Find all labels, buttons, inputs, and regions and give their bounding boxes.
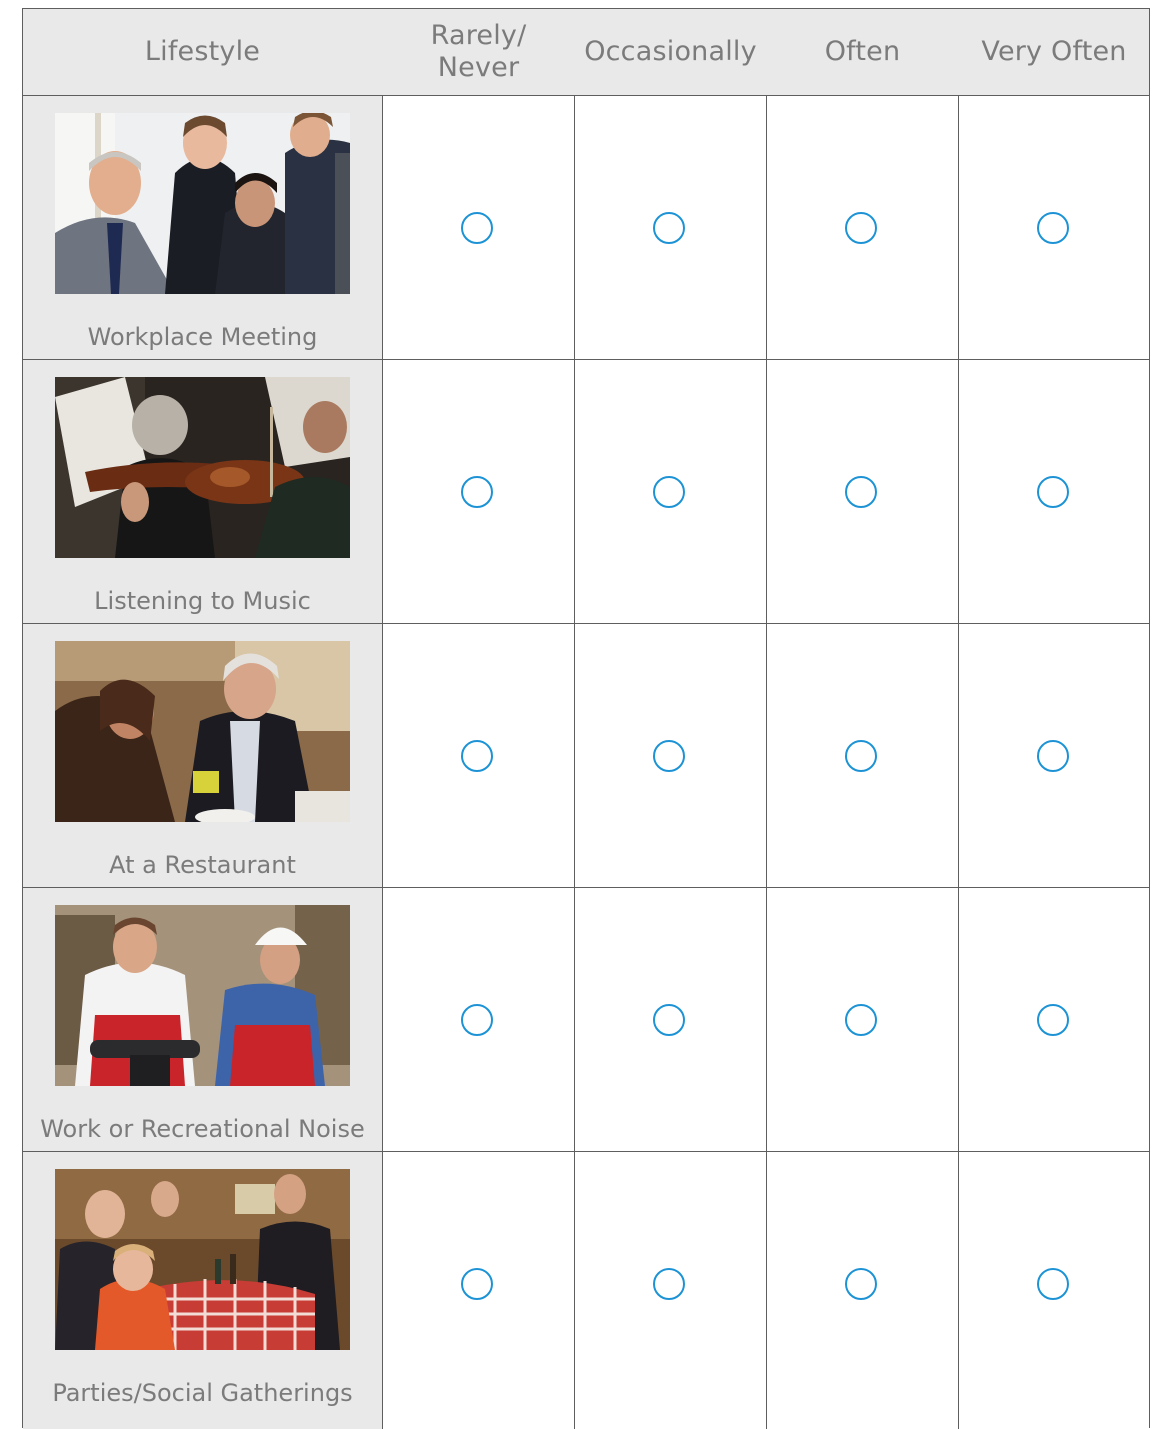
radio-at-a-restaurant-occasionally[interactable] (653, 740, 685, 772)
lifestyle-survey-table: Lifestyle Rarely/ Never Occasionally Oft… (22, 8, 1150, 1429)
radio-parties-social-gatherings-very-often[interactable] (1037, 1268, 1069, 1300)
radio-work-or-recreational-noise-often[interactable] (845, 1004, 877, 1036)
radio-work-or-recreational-noise-occasionally[interactable] (653, 1004, 685, 1036)
radio-workplace-meeting-often[interactable] (845, 212, 877, 244)
table-header: Lifestyle Rarely/ Never Occasionally Oft… (23, 9, 1149, 96)
lifestyle-cell: Listening to Music (23, 360, 382, 623)
column-divider (574, 96, 575, 1429)
radio-listening-to-music-often[interactable] (845, 476, 877, 508)
workplace-meeting-image (55, 113, 350, 294)
table-row: Work or Recreational Noise (23, 888, 1149, 1152)
radio-at-a-restaurant-rarely-never[interactable] (461, 740, 493, 772)
lifestyle-label: Workplace Meeting (87, 323, 318, 351)
lifestyle-label: Parties/Social Gatherings (52, 1379, 353, 1407)
family-dinner-image (55, 1169, 350, 1350)
lifestyle-label: Work or Recreational Noise (40, 1115, 365, 1143)
restaurant-photo (55, 641, 350, 822)
header-occasionally: Occasionally (584, 36, 757, 67)
radio-listening-to-music-very-often[interactable] (1037, 476, 1069, 508)
header-rarely-never: Rarely/ Never (430, 20, 527, 83)
warehouse-workers-photo (55, 905, 350, 1086)
header-very-often: Very Often (981, 36, 1127, 67)
lifestyle-cell: Workplace Meeting (23, 96, 382, 359)
restaurant-image (55, 641, 350, 822)
radio-parties-social-gatherings-rarely-never[interactable] (461, 1268, 493, 1300)
lifestyle-cell: Parties/Social Gatherings (23, 1152, 382, 1429)
warehouse-workers-image (55, 905, 350, 1086)
workplace-meeting-photo (55, 113, 350, 294)
radio-listening-to-music-occasionally[interactable] (653, 476, 685, 508)
lifestyle-cell: At a Restaurant (23, 624, 382, 887)
table-row: Workplace Meeting (23, 96, 1149, 360)
violinist-photo (55, 377, 350, 558)
column-divider (382, 96, 383, 1429)
table-row: Parties/Social Gatherings (23, 1152, 1149, 1429)
lifestyle-label: At a Restaurant (109, 851, 296, 879)
table-row: Listening to Music (23, 360, 1149, 624)
radio-at-a-restaurant-very-often[interactable] (1037, 740, 1069, 772)
family-dinner-photo (55, 1169, 350, 1350)
radio-work-or-recreational-noise-very-often[interactable] (1037, 1004, 1069, 1036)
radio-listening-to-music-rarely-never[interactable] (461, 476, 493, 508)
radio-workplace-meeting-very-often[interactable] (1037, 212, 1069, 244)
radio-workplace-meeting-rarely-never[interactable] (461, 212, 493, 244)
radio-workplace-meeting-occasionally[interactable] (653, 212, 685, 244)
violinist-image (55, 377, 350, 558)
header-lifestyle: Lifestyle (144, 36, 261, 67)
radio-parties-social-gatherings-often[interactable] (845, 1268, 877, 1300)
header-often: Often (824, 36, 901, 67)
radio-at-a-restaurant-often[interactable] (845, 740, 877, 772)
table-row: At a Restaurant (23, 624, 1149, 888)
column-divider (766, 96, 767, 1429)
radio-parties-social-gatherings-occasionally[interactable] (653, 1268, 685, 1300)
column-divider (958, 96, 959, 1429)
radio-work-or-recreational-noise-rarely-never[interactable] (461, 1004, 493, 1036)
lifestyle-cell: Work or Recreational Noise (23, 888, 382, 1151)
lifestyle-label: Listening to Music (94, 587, 311, 615)
